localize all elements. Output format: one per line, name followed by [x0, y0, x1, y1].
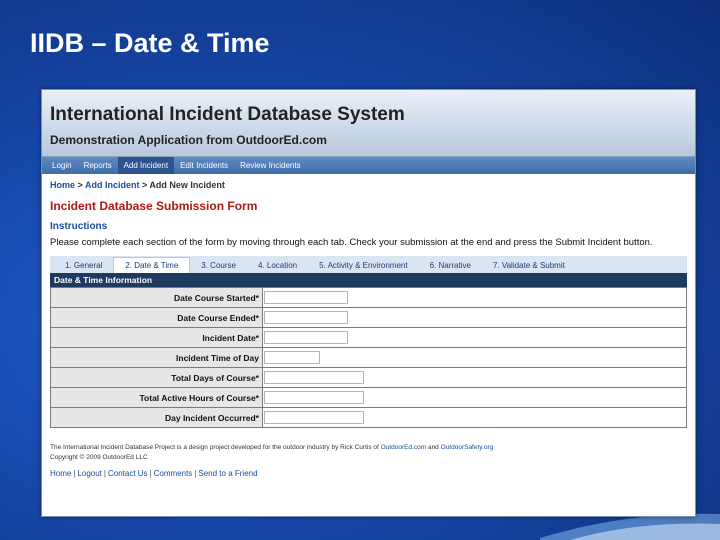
- footer-link-home[interactable]: Home: [50, 469, 71, 478]
- footer-and: and: [427, 444, 439, 451]
- date-course-ended-input[interactable]: [264, 311, 348, 324]
- footer-links: Home | Logout | Contact Us | Comments | Send to …: [50, 469, 687, 478]
- incident-date-input[interactable]: [264, 331, 348, 344]
- form-title: Incident Database Submission Form: [50, 199, 258, 213]
- tab-activity-environment[interactable]: 5. Activity & Environment: [308, 258, 418, 273]
- footer-link-outdoorsafety[interactable]: OutdoorSafety.org: [441, 444, 494, 451]
- field-label-incident-time-of-day: Incident Time of Day: [50, 347, 263, 368]
- date-time-form: Date Course Started* Date Course Ended* …: [50, 287, 687, 428]
- tab-validate-submit[interactable]: 7. Validate & Submit: [482, 258, 576, 273]
- footer-link-contact-us[interactable]: Contact Us: [108, 469, 148, 478]
- app-title: International Incident Database System: [50, 104, 405, 125]
- form-row: Total Days of Course*: [50, 367, 687, 388]
- field-label-total-active-hours: Total Active Hours of Course*: [50, 387, 263, 408]
- day-incident-occurred-input[interactable]: [264, 411, 364, 424]
- breadcrumb-home[interactable]: Home: [50, 180, 75, 190]
- form-row: Incident Time of Day: [50, 347, 687, 368]
- app-header: International Incident Database System D…: [42, 90, 695, 157]
- form-row: Day Incident Occurred*: [50, 407, 687, 428]
- footer-description: The International Incident Database Proj…: [50, 444, 379, 451]
- date-course-started-input[interactable]: [264, 291, 348, 304]
- form-row: Date Course Ended*: [50, 307, 687, 328]
- breadcrumb-current: Add New Incident: [149, 180, 225, 190]
- nav-item-reports[interactable]: Reports: [78, 157, 118, 174]
- incident-time-of-day-input[interactable]: [264, 351, 320, 364]
- field-label-date-course-started: Date Course Started*: [50, 287, 263, 308]
- field-label-day-incident-occurred: Day Incident Occurred*: [50, 407, 263, 428]
- tab-course[interactable]: 3. Course: [190, 258, 247, 273]
- nav-item-edit-incidents[interactable]: Edit Incidents: [174, 157, 234, 174]
- field-label-date-course-ended: Date Course Ended*: [50, 307, 263, 328]
- field-label-total-days-of-course: Total Days of Course*: [50, 367, 263, 388]
- form-row: Total Active Hours of Course*: [50, 387, 687, 408]
- footer-copyright: Copyright © 2009 OutdoorEd LLC: [50, 454, 148, 461]
- application-window: International Incident Database System D…: [41, 89, 696, 517]
- tab-narrative[interactable]: 6. Narrative: [419, 258, 482, 273]
- footer-link-send-to-friend[interactable]: Send to a Friend: [198, 469, 257, 478]
- tab-general[interactable]: 1. General: [54, 258, 113, 273]
- tab-location[interactable]: 4. Location: [247, 258, 308, 273]
- app-subtitle: Demonstration Application from OutdoorEd…: [50, 133, 327, 147]
- nav-item-login[interactable]: Login: [46, 157, 78, 174]
- breadcrumb-add-incident[interactable]: Add Incident: [85, 180, 140, 190]
- breadcrumb-separator: >: [77, 180, 85, 190]
- footer-link-outdoored[interactable]: OutdoorEd.com: [381, 444, 427, 451]
- form-row: Incident Date*: [50, 327, 687, 348]
- instructions-heading: Instructions: [50, 221, 108, 232]
- nav-item-add-incident[interactable]: Add Incident: [117, 157, 175, 174]
- breadcrumb: Home > Add Incident > Add New Incident: [50, 180, 687, 190]
- instructions-text: Please complete each section of the form…: [50, 237, 653, 248]
- slide-title: IIDB – Date & Time: [30, 28, 270, 58]
- total-days-of-course-input[interactable]: [264, 371, 364, 384]
- nav-item-review-incidents[interactable]: Review Incidents: [234, 157, 306, 174]
- tab-date-time[interactable]: 2. Date & Time: [113, 257, 191, 273]
- footer-text: The International Incident Database Proj…: [50, 443, 687, 463]
- section-header: Date & Time Information: [50, 273, 687, 287]
- field-label-incident-date: Incident Date*: [50, 327, 263, 348]
- form-tabs: 1. General 2. Date & Time 3. Course 4. L…: [50, 256, 687, 273]
- form-row: Date Course Started*: [50, 287, 687, 308]
- total-active-hours-input[interactable]: [264, 391, 364, 404]
- main-content: Home > Add Incident > Add New Incident I…: [42, 174, 695, 478]
- top-navigation: Login Reports Add Incident Edit Incident…: [42, 157, 695, 174]
- footer-link-logout[interactable]: Logout: [77, 469, 101, 478]
- footer-link-comments[interactable]: Comments: [154, 469, 193, 478]
